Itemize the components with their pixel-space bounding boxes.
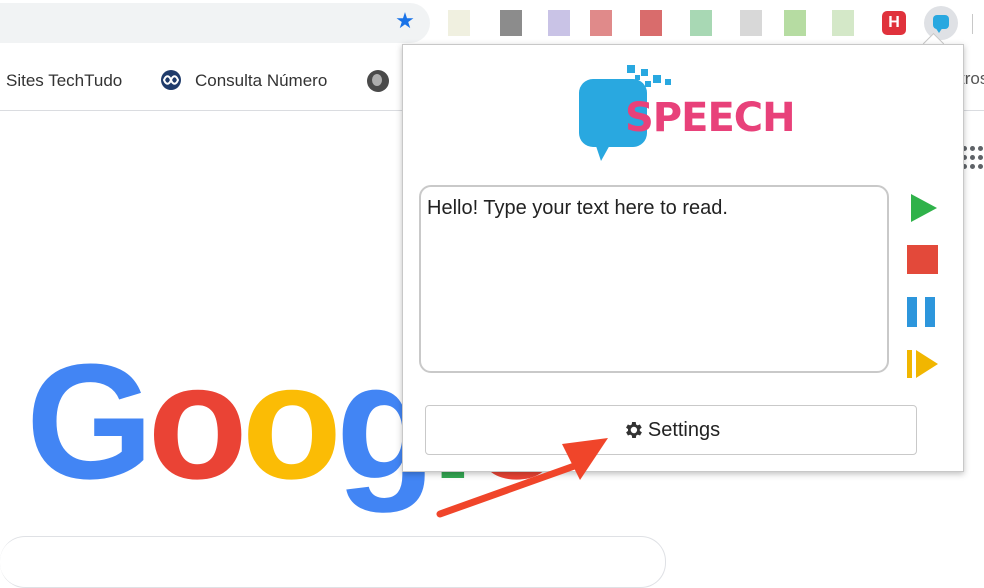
logo-text: SPEECH — [625, 95, 796, 141]
logo-pixel — [653, 75, 661, 83]
settings-label: Settings — [647, 418, 721, 441]
logo-pixel — [645, 81, 651, 87]
extension-icon-blurred[interactable] — [690, 10, 712, 36]
speech-bubble-tail — [935, 27, 943, 33]
google-search-box[interactable] — [0, 536, 666, 588]
globe-icon[interactable] — [367, 70, 389, 92]
bookmark-star-icon[interactable]: ★ — [393, 9, 417, 33]
extension-icon-blurred[interactable] — [784, 10, 806, 36]
bookmark-sites-techtudo[interactable]: Sites TechTudo — [6, 69, 122, 93]
google-logo-letter: o — [241, 330, 342, 513]
toolbar-divider — [972, 14, 973, 34]
annotation-arrow — [436, 438, 608, 518]
extension-icon-blurred[interactable] — [590, 10, 612, 36]
extension-icon-blurred[interactable] — [548, 10, 570, 36]
extension-icon-blurred[interactable] — [640, 10, 662, 36]
speech-extension-icon[interactable] — [924, 6, 958, 40]
apps-grid-icon[interactable] — [962, 146, 984, 170]
logo-pixel — [635, 75, 640, 80]
extension-icon-blurred[interactable] — [448, 10, 470, 36]
consulta-numero-icon — [161, 70, 181, 90]
address-bar[interactable] — [0, 3, 430, 43]
stop-icon[interactable] — [905, 243, 939, 277]
resume-icon[interactable] — [905, 347, 939, 381]
speech-logo: SPEECH — [579, 65, 796, 161]
logo-bubble-tail — [595, 143, 611, 161]
logo-pixel — [641, 69, 648, 76]
google-logo-letter: o — [147, 330, 248, 513]
extension-icon-blurred[interactable] — [832, 10, 854, 36]
logo-pixel — [627, 65, 635, 73]
extension-icon-blurred[interactable] — [740, 10, 762, 36]
text-to-read-input[interactable]: Hello! Type your text here to read. — [419, 185, 889, 373]
google-logo-letter: G — [26, 330, 154, 513]
extension-icon-blurred[interactable] — [500, 10, 522, 36]
speech-extension-popup: SPEECH Hello! Type your text here to rea… — [402, 44, 964, 472]
play-icon[interactable] — [905, 191, 939, 225]
logo-pixel — [665, 79, 671, 85]
bookmark-consulta-numero[interactable]: Consulta Número — [195, 69, 327, 93]
h-extension-icon[interactable]: H — [882, 11, 906, 35]
pause-icon[interactable] — [905, 295, 939, 329]
